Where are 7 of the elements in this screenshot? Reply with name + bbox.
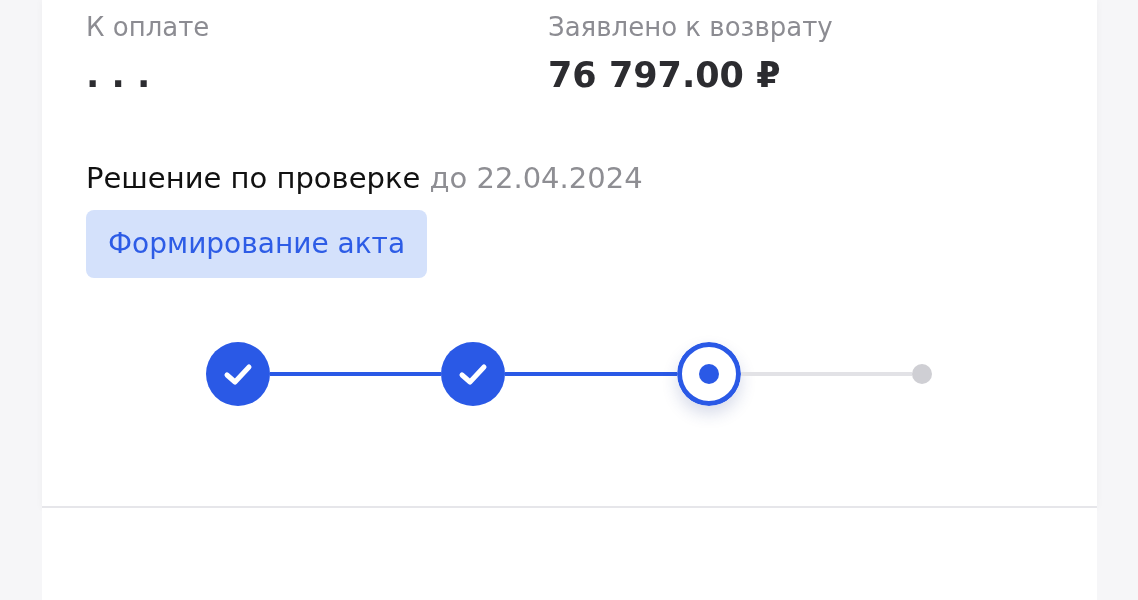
- status-badge: Формирование акта: [86, 210, 428, 278]
- deadline-date: до 22.04.2024: [429, 161, 643, 195]
- amount-value: 76 797.00 ₽: [548, 54, 782, 96]
- field-label: Заявлено к возврату: [548, 11, 834, 44]
- field-label: К оплате: [86, 11, 211, 44]
- pending-value: . . .: [86, 54, 152, 96]
- decision-title: Решение по проверке: [86, 161, 421, 195]
